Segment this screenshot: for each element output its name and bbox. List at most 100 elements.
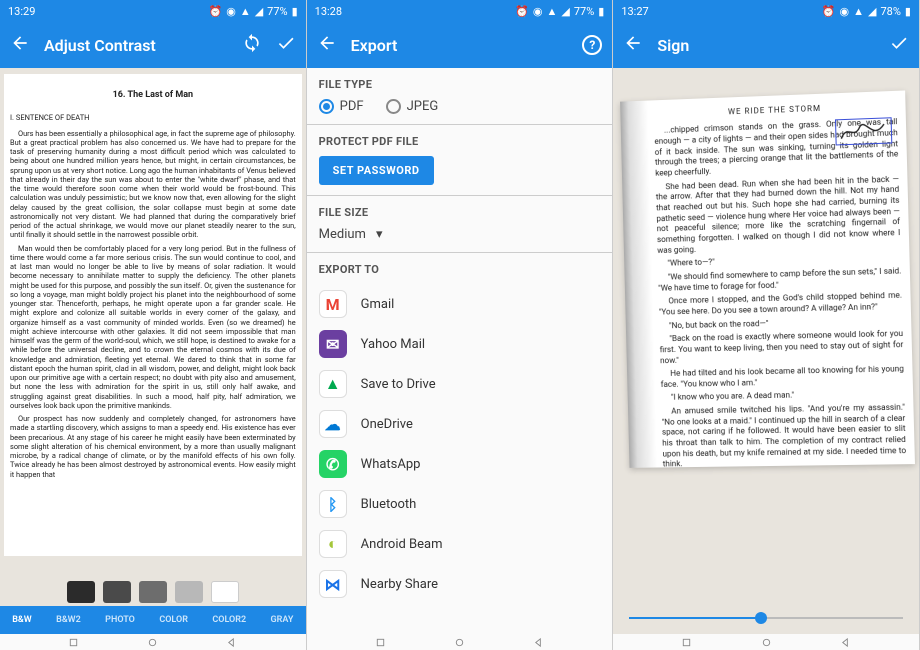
mode-b&w2[interactable]: B&W2 bbox=[56, 615, 81, 625]
color-swatch[interactable] bbox=[67, 581, 95, 603]
status-time: 13:29 bbox=[8, 5, 35, 18]
app-icon: ⋈ bbox=[319, 570, 347, 598]
nav-recent-icon[interactable] bbox=[375, 637, 386, 648]
nav-home-icon[interactable] bbox=[147, 637, 158, 648]
slider-thumb[interactable] bbox=[755, 612, 767, 624]
mode-color2[interactable]: COLOR2 bbox=[212, 615, 246, 625]
back-icon[interactable] bbox=[317, 33, 337, 57]
set-password-button[interactable]: SET PASSWORD bbox=[319, 156, 434, 185]
export-item-gmail[interactable]: MGmail bbox=[319, 284, 601, 324]
panel-adjust-contrast: 13:29 ⏰ ◉ ▲ ◢ 77% ▮ Adjust Contrast 16. … bbox=[0, 0, 307, 650]
export-item-label: WhatsApp bbox=[361, 457, 421, 472]
doc-section-title: I. SENTENCE OF DEATH bbox=[10, 113, 296, 122]
wifi-icon: ▲ bbox=[546, 5, 557, 18]
nav-home-icon[interactable] bbox=[761, 637, 772, 648]
book-paragraph: She had been dead. Run when she had been… bbox=[656, 174, 901, 256]
mode-gray[interactable]: GRAY bbox=[271, 615, 294, 625]
section-export-to: EXPORT TO bbox=[319, 263, 601, 276]
dnd-icon: ◉ bbox=[533, 5, 543, 18]
file-size-select[interactable]: Medium ▾ bbox=[319, 227, 601, 242]
radio-jpeg[interactable]: JPEG bbox=[386, 99, 439, 114]
confirm-icon[interactable] bbox=[276, 33, 296, 57]
doc-paragraph: Man would then be comfortably placed for… bbox=[10, 244, 296, 411]
export-item-whatsapp[interactable]: ✆ WhatsApp bbox=[319, 444, 601, 484]
signature-size-slider[interactable] bbox=[629, 608, 903, 628]
export-item-label: Save to Drive bbox=[361, 377, 436, 392]
app-icon: ✆ bbox=[319, 450, 347, 478]
book-paragraph: "I know who you are. A dead man." bbox=[661, 389, 905, 404]
status-time: 13:28 bbox=[315, 5, 342, 18]
app-bar-title: Adjust Contrast bbox=[44, 36, 242, 55]
nav-back-icon[interactable] bbox=[533, 637, 544, 648]
app-bar: Adjust Contrast bbox=[0, 22, 306, 68]
color-swatch[interactable] bbox=[175, 581, 203, 603]
export-item-label: Yahoo Mail bbox=[361, 337, 425, 352]
slider-track bbox=[629, 617, 903, 619]
export-item-label: Gmail bbox=[361, 297, 395, 312]
export-item-android-beam[interactable]: ◐ Android Beam bbox=[319, 524, 601, 564]
battery-text: 77% bbox=[267, 5, 287, 18]
alarm-icon: ⏰ bbox=[515, 5, 529, 18]
mode-photo[interactable]: PHOTO bbox=[105, 615, 135, 625]
slider-fill bbox=[629, 617, 760, 619]
doc-chapter-title: 16. The Last of Man bbox=[10, 90, 296, 101]
export-item-yahoo-mail[interactable]: ✉Yahoo Mail bbox=[319, 324, 601, 364]
back-icon[interactable] bbox=[623, 33, 643, 57]
export-item-label: Android Beam bbox=[361, 537, 443, 552]
section-protect: PROTECT PDF FILE bbox=[319, 135, 601, 148]
document-preview[interactable]: WE RIDE THE STORM ...chipped crimson sta… bbox=[613, 68, 919, 590]
export-item-bluetooth[interactable]: ᛒ Bluetooth bbox=[319, 484, 601, 524]
alarm-icon: ⏰ bbox=[209, 5, 223, 18]
panel-sign: 13:27 ⏰ ◉ ▲ ◢ 78% ▮ Sign WE RIDE THE STO… bbox=[613, 0, 920, 650]
confirm-icon[interactable] bbox=[889, 33, 909, 57]
status-bar: 13:29 ⏰ ◉ ▲ ◢ 77% ▮ bbox=[0, 0, 306, 22]
status-bar: 13:27 ⏰ ◉ ▲ ◢ 78% ▮ bbox=[613, 0, 919, 22]
app-icon: ◐ bbox=[319, 530, 347, 558]
android-nav-bar bbox=[0, 634, 306, 650]
section-file-size: FILE SIZE bbox=[319, 206, 601, 219]
nav-recent-icon[interactable] bbox=[68, 637, 79, 648]
export-item-label: Bluetooth bbox=[361, 497, 417, 512]
back-icon[interactable] bbox=[10, 33, 30, 57]
alarm-icon: ⏰ bbox=[822, 5, 836, 18]
export-item-onedrive[interactable]: ☁OneDrive bbox=[319, 404, 601, 444]
app-icon: ᛒ bbox=[319, 490, 347, 518]
signature-overlay[interactable] bbox=[835, 117, 892, 145]
mode-b&w[interactable]: B&W bbox=[12, 615, 31, 625]
book-paragraph: He had tilted and his look became all to… bbox=[661, 364, 905, 390]
book-spine bbox=[620, 101, 657, 468]
app-bar: Export ? bbox=[307, 22, 613, 68]
battery-text: 78% bbox=[880, 5, 900, 18]
book-paragraph: "We should find somewhere to camp before… bbox=[658, 266, 902, 294]
android-nav-bar bbox=[307, 634, 613, 650]
dnd-icon: ◉ bbox=[226, 5, 236, 18]
book-paragraph: "Back on the road is exactly where someo… bbox=[660, 329, 904, 366]
radio-icon bbox=[319, 99, 334, 114]
nav-home-icon[interactable] bbox=[454, 637, 465, 648]
app-bar-title: Export bbox=[351, 36, 583, 55]
wifi-icon: ▲ bbox=[240, 5, 251, 18]
dnd-icon: ◉ bbox=[840, 5, 850, 18]
export-item-save-to-drive[interactable]: ▲Save to Drive bbox=[319, 364, 601, 404]
color-swatch[interactable] bbox=[139, 581, 167, 603]
color-swatches bbox=[0, 578, 306, 606]
section-file-type: FILE TYPE bbox=[319, 78, 601, 91]
radio-pdf[interactable]: PDF bbox=[319, 99, 364, 114]
export-item-nearby-share[interactable]: ⋈Nearby Share bbox=[319, 564, 601, 604]
color-swatch[interactable] bbox=[103, 581, 131, 603]
radio-icon bbox=[386, 99, 401, 114]
contrast-mode-bar: B&W B&W2 PHOTO COLOR COLOR2 GRAY bbox=[0, 606, 306, 634]
document-preview[interactable]: 16. The Last of Man I. SENTENCE OF DEATH… bbox=[0, 68, 306, 562]
rotate-icon[interactable] bbox=[242, 33, 262, 57]
status-right: ⏰ ◉ ▲ ◢ 77% ▮ bbox=[209, 5, 298, 18]
help-icon[interactable]: ? bbox=[582, 35, 602, 55]
nav-back-icon[interactable] bbox=[226, 637, 237, 648]
status-time: 13:27 bbox=[621, 5, 648, 18]
color-swatch[interactable] bbox=[211, 581, 239, 603]
app-icon: ☁ bbox=[319, 410, 347, 438]
mode-color[interactable]: COLOR bbox=[159, 615, 188, 625]
nav-recent-icon[interactable] bbox=[681, 637, 692, 648]
app-bar-title: Sign bbox=[657, 36, 889, 55]
signal-icon: ◢ bbox=[868, 5, 876, 18]
nav-back-icon[interactable] bbox=[840, 637, 851, 648]
